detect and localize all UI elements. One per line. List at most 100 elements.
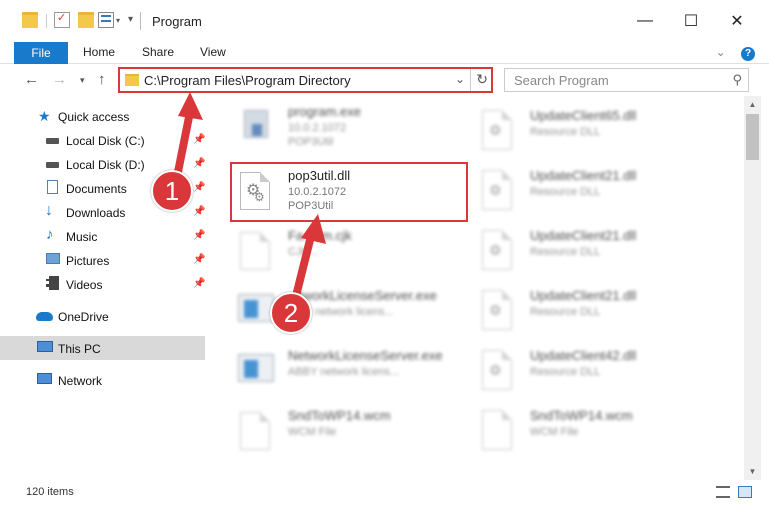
ribbon: File Home Share View ⌄ ? — [0, 42, 769, 64]
file-name: UpdateClient21.dll — [530, 288, 637, 303]
sidebar-item-label: Downloads — [66, 206, 126, 220]
sidebar-item-onedrive[interactable]: OneDrive — [0, 304, 205, 328]
maximize-button[interactable]: ☐ — [668, 0, 714, 42]
pin-icon[interactable]: 📌 — [193, 134, 205, 145]
pin-icon[interactable]: 📌 — [193, 254, 205, 265]
item-count: 120 items — [26, 486, 74, 498]
dll-gear-icon: ⚙ — [480, 228, 520, 272]
file-item-updateclient65[interactable]: ⚙ UpdateClient65.dll Resource DLL — [480, 104, 720, 160]
help-icon[interactable]: ? — [741, 47, 755, 61]
file-item-updateclient21[interactable]: ⚙ UpdateClient21.dll Resource DLL — [480, 164, 720, 220]
sidebar-item-label: This PC — [58, 342, 101, 356]
large-icons-view-icon[interactable] — [738, 486, 752, 498]
sidebar-item-quick-access[interactable]: ★ Quick access — [0, 104, 205, 128]
file-type: WCM File — [288, 426, 337, 438]
file-item-cjk[interactable]: Fa...em.cjk CJK... — [238, 224, 478, 280]
sidebar-item-local-disk-c[interactable]: Local Disk (C:) 📌 — [0, 128, 205, 152]
file-type: Resource DLL — [530, 246, 601, 258]
sidebar-item-videos[interactable]: Videos 📌 — [0, 272, 205, 296]
file-type: Resource DLL — [530, 126, 601, 138]
file-name: NetworkLicenseServer.exe — [288, 348, 443, 363]
close-button[interactable]: ✕ — [714, 0, 760, 42]
sidebar-item-label: Videos — [66, 278, 103, 292]
file-icon — [480, 408, 520, 452]
divider — [140, 12, 141, 30]
tab-home[interactable]: Home — [83, 45, 115, 59]
pin-icon[interactable]: 📌 — [193, 206, 205, 217]
details-view-icon[interactable] — [716, 486, 730, 498]
recent-locations-icon[interactable]: ▾ — [80, 75, 85, 86]
file-type: Resource DLL — [530, 306, 601, 318]
scroll-up-icon[interactable]: ▲ — [744, 96, 761, 113]
pin-icon[interactable]: 📌 — [193, 182, 205, 193]
refresh-icon[interactable]: ↻ — [476, 71, 488, 88]
file-item-updateclient21[interactable]: ⚙ UpdateClient21.dll Resource DLL — [480, 224, 720, 280]
pictures-icon — [46, 253, 60, 264]
folder-icon — [125, 74, 139, 86]
dropdown-arrow-icon[interactable]: ▾ — [116, 16, 120, 25]
customize-quick-access-icon[interactable]: ▾ — [128, 14, 133, 25]
computer-icon — [37, 341, 53, 352]
file-description: POP3Util — [288, 136, 334, 148]
file-item-updateclient42[interactable]: ⚙ UpdateClient42.dll Resource DLL — [480, 344, 720, 400]
search-input[interactable]: Search Program — [514, 73, 609, 88]
back-arrow-icon[interactable]: ← — [24, 71, 39, 88]
sidebar-item-network[interactable]: Network — [0, 368, 205, 392]
videos-icon — [46, 276, 59, 290]
chevron-down-icon[interactable]: ⌄ — [455, 72, 465, 86]
view-options-icon[interactable] — [98, 12, 114, 28]
file-item-sndtowp14[interactable]: SndToWP14.wcm WCM File — [480, 404, 720, 460]
folder-icon — [22, 12, 38, 28]
dll-gear-icon: ⚙ — [480, 288, 520, 332]
ribbon-controls: ⌄ ? — [716, 45, 755, 61]
file-type: Resource DLL — [530, 366, 601, 378]
divider — [470, 69, 471, 91]
new-folder-icon[interactable] — [78, 12, 94, 28]
drive-icon — [46, 162, 59, 168]
step-1-badge: 1 — [151, 170, 193, 212]
address-bar[interactable]: C:\Program Files\Program Directory ⌄ ↻ — [118, 67, 493, 93]
file-name: UpdateClient21.dll — [530, 228, 637, 243]
navigation-bar: ← → ▾ ↑ C:\Program Files\Program Directo… — [0, 64, 769, 96]
search-box[interactable]: Search Program ⚲ — [504, 68, 749, 92]
scroll-thumb[interactable] — [746, 114, 759, 160]
sidebar-item-music[interactable]: ♪ Music 📌 — [0, 224, 205, 248]
file-item-sndtowp14[interactable]: SndToWP14.wcm WCM File — [238, 404, 478, 460]
up-arrow-icon[interactable]: ↑ — [98, 71, 106, 88]
sidebar-item-label: Quick access — [58, 110, 130, 124]
documents-icon — [47, 180, 58, 194]
network-icon — [37, 373, 52, 384]
address-path[interactable]: C:\Program Files\Program Directory — [144, 73, 351, 88]
file-name: UpdateClient21.dll — [530, 168, 637, 183]
sidebar-item-this-pc[interactable]: This PC — [0, 336, 205, 360]
tab-share[interactable]: Share — [142, 45, 174, 59]
vertical-scrollbar[interactable]: ▲ ▼ — [744, 96, 761, 480]
tab-view[interactable]: View — [200, 45, 226, 59]
file-name: Fa...em.cjk — [288, 228, 352, 243]
properties-icon[interactable]: ✓ — [54, 12, 70, 28]
file-description: ABBY network licens... — [288, 366, 400, 378]
dll-gear-icon: ⚙ — [480, 168, 520, 212]
sidebar-item-pictures[interactable]: Pictures 📌 — [0, 248, 205, 272]
divider — [46, 14, 47, 28]
file-icon — [238, 228, 278, 272]
highlight-box — [230, 162, 468, 222]
search-icon[interactable]: ⚲ — [732, 72, 742, 88]
pin-icon[interactable]: 📌 — [193, 158, 205, 169]
file-item-updateclient21[interactable]: ⚙ UpdateClient21.dll Resource DLL — [480, 284, 720, 340]
pin-icon[interactable]: 📌 — [193, 230, 205, 241]
sidebar-item-label: Music — [66, 230, 98, 244]
sidebar-item-label: Pictures — [66, 254, 110, 268]
forward-arrow-icon[interactable]: → — [52, 71, 67, 88]
file-item-network-license-server[interactable]: NetworkLicenseServer.exe ABBY network li… — [238, 344, 478, 400]
minimize-button[interactable]: — — [622, 0, 668, 42]
step-2-badge: 2 — [270, 292, 312, 334]
file-type: Resource DLL — [530, 186, 601, 198]
file-list: program.exe 10.0.2.1072 POP3Util ⚙ ⚙ pop… — [210, 96, 744, 476]
scroll-down-icon[interactable]: ▼ — [744, 463, 761, 480]
file-name: SndToWP14.wcm — [288, 408, 391, 423]
expand-ribbon-icon[interactable]: ⌄ — [716, 45, 726, 59]
file-item-program-exe[interactable]: program.exe 10.0.2.1072 POP3Util — [238, 100, 478, 156]
tab-file[interactable]: File — [14, 42, 68, 64]
pin-icon[interactable]: 📌 — [193, 278, 205, 289]
